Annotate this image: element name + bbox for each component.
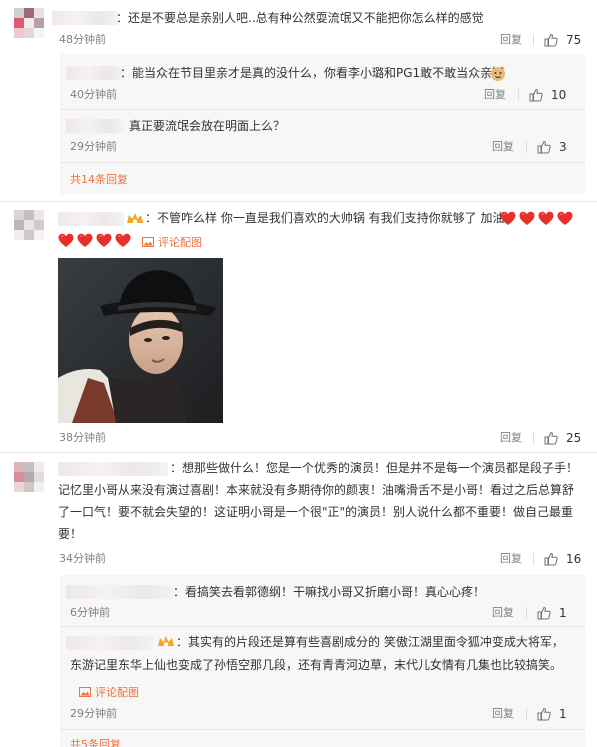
thumbs-up-icon	[544, 33, 558, 47]
reply-button[interactable]: 回复	[492, 140, 514, 154]
reply-time: 29分钟前	[70, 140, 117, 153]
username[interactable]	[52, 11, 118, 25]
username[interactable]	[66, 119, 124, 133]
comment-image-label: 评论配图	[95, 686, 139, 699]
reply-text: ：看搞笑去看郭德纲！干嘛找小哥又折磨小哥！真心心疼！	[173, 585, 486, 599]
like-button[interactable]: 1	[526, 706, 567, 722]
divider	[60, 162, 585, 163]
reply-text-line: ：其实有的片段还是算有些喜剧成分的 笑傲江湖里面令狐冲变成大将军，	[176, 635, 564, 649]
reply-time: 6分钟前	[70, 606, 110, 619]
like-count: 1	[559, 606, 567, 620]
heart-emojis	[58, 233, 134, 248]
heart-icon	[500, 211, 516, 225]
avatar[interactable]	[14, 210, 44, 240]
comment-image-label: 评论配图	[158, 236, 202, 249]
comment-time: 34分钟前	[59, 552, 106, 565]
reply-button[interactable]: 回复	[500, 33, 522, 47]
username[interactable]	[66, 636, 154, 650]
comment-photo[interactable]	[58, 258, 223, 423]
like-button[interactable]: 16	[533, 551, 581, 567]
heart-icon	[115, 233, 131, 247]
more-replies-link[interactable]: 共14条回复	[70, 173, 128, 187]
divider	[60, 626, 585, 627]
heart-emojis	[500, 211, 576, 226]
comment-text: ：不管咋么样 你一直是我们喜欢的大帅锅 有我们支持你就够了 加油	[145, 211, 505, 225]
comment-image-link[interactable]: 评论配图	[79, 684, 139, 700]
comment-text-line: 要！	[58, 527, 83, 541]
vip-badge-icon	[126, 211, 144, 227]
reply-time: 29分钟前	[70, 707, 117, 720]
reply-text: ：能当众在节目里亲才是真的没什么，你看李小璐和PG1敢不敢当众亲	[120, 66, 493, 80]
thumbs-up-icon	[544, 431, 558, 445]
heart-icon	[519, 211, 535, 225]
avatar[interactable]	[14, 8, 44, 38]
username[interactable]	[66, 585, 174, 599]
reply-button[interactable]: 回复	[492, 606, 514, 620]
thumbs-up-icon	[544, 552, 558, 566]
avatar[interactable]	[14, 462, 44, 492]
separator	[526, 607, 527, 619]
thumbs-up-icon	[537, 606, 551, 620]
separator	[533, 34, 534, 46]
like-button[interactable]: 25	[533, 430, 581, 446]
comment-text-line: ：想那些做什么！您是一个优秀的演员！但是并不是每一个演员都是段子手！	[170, 461, 579, 475]
thumbs-up-icon	[529, 88, 543, 102]
comment-time: 38分钟前	[59, 431, 106, 444]
heart-icon	[557, 211, 573, 225]
heart-icon	[538, 211, 554, 225]
heart-icon	[77, 233, 93, 247]
comment-image-link[interactable]: 评论配图	[142, 234, 202, 250]
username[interactable]	[58, 462, 168, 476]
divider	[60, 109, 585, 110]
vip-badge-icon	[157, 634, 175, 650]
emoji-icon	[489, 64, 507, 82]
like-count: 1	[559, 707, 567, 721]
separator	[526, 708, 527, 720]
divider	[60, 729, 585, 730]
username[interactable]	[58, 212, 124, 226]
like-button[interactable]: 3	[526, 139, 567, 155]
like-count: 25	[566, 431, 582, 445]
separator	[533, 553, 534, 565]
reply-button[interactable]: 回复	[492, 707, 514, 721]
more-replies-link[interactable]: 共5条回复	[70, 738, 121, 747]
reply-text: 真正要流氓会放在明面上么？	[129, 119, 286, 133]
thumbs-up-icon	[537, 140, 551, 154]
image-icon	[142, 237, 154, 247]
separator	[533, 432, 534, 444]
like-count: 10	[551, 88, 567, 102]
comment-text-line: 记忆里小哥从来没有演过喜剧！本来就没有多期待你的颜衷！油嘴滑舌不是小哥！看过之后…	[58, 483, 575, 497]
heart-icon	[58, 233, 74, 247]
comment-divider	[0, 201, 597, 202]
separator	[518, 89, 519, 101]
separator	[526, 141, 527, 153]
reply-button[interactable]: 回复	[484, 88, 506, 102]
like-button[interactable]: 1	[526, 605, 567, 621]
like-button[interactable]: 10	[518, 87, 566, 103]
like-count: 3	[559, 140, 567, 154]
image-icon	[79, 687, 91, 697]
reply-text-line: 东游记里东华上仙也变成了孙悟空那几段，还有青青河边草，末代儿女情有几集也比较搞笑…	[70, 658, 563, 672]
like-count: 16	[566, 552, 582, 566]
like-button[interactable]: 75	[533, 32, 581, 48]
like-count: 75	[566, 33, 582, 47]
thumbs-up-icon	[537, 707, 551, 721]
comment-divider	[0, 452, 597, 453]
reply-time: 40分钟前	[70, 88, 117, 101]
reply-button[interactable]: 回复	[500, 431, 522, 445]
heart-icon	[96, 233, 112, 247]
comment-time: 48分钟前	[59, 33, 106, 46]
comment-text: ：还是不要总是亲别人吧..总有种公然耍流氓又不能把你怎么样的感觉	[116, 11, 484, 25]
reply-button[interactable]: 回复	[500, 552, 522, 566]
username[interactable]	[66, 66, 124, 80]
comment-text-line: 了一口气！要不就会失望的！这证明小哥是一个很"正"的演员！别人说什么都不重要！做…	[58, 505, 574, 519]
